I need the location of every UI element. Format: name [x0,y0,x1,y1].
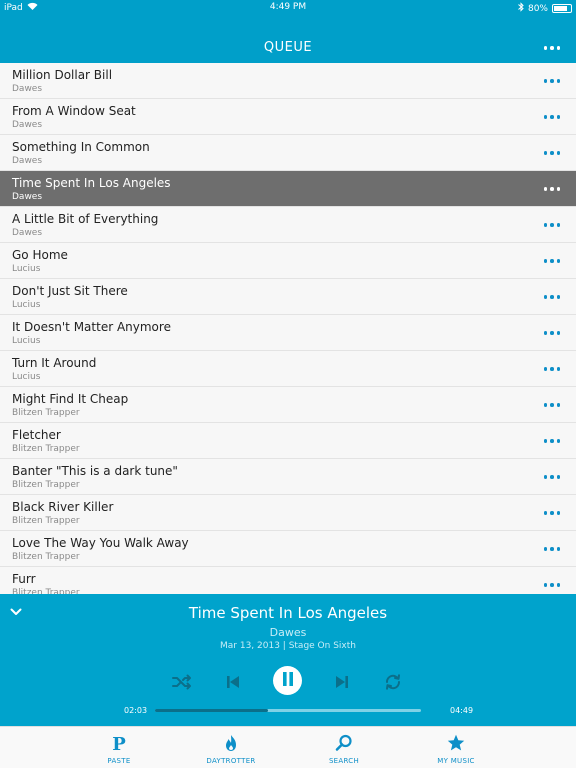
now-playing-artist: Dawes [269,626,307,639]
song-title: Million Dollar Bill [12,68,113,82]
duration-time: 04:49 [450,706,474,715]
song-title: Fletcher [12,428,61,442]
now-playing-panel: Time Spent In Los Angeles Dawes Mar 13, … [0,594,576,726]
status-time: 4:49 PM [269,2,307,12]
more-options-icon[interactable] [543,187,560,191]
now-playing-title: Time Spent In Los Angeles [188,604,388,622]
song-artist: Blitzen Trapper [12,408,80,418]
star-icon [446,733,466,753]
song-artist: Blitzen Trapper [12,480,80,490]
queue-row[interactable]: Banter "This is a dark tune" Blitzen Trap… [0,459,576,495]
queue-row[interactable]: Black River Killer Blitzen Trapper [0,495,576,531]
bluetooth-icon [518,2,524,15]
elapsed-time: 02:03 [124,706,148,715]
tab-paste[interactable]: P PASTE [69,727,169,768]
daytrotter-icon [221,733,241,753]
song-artist: Lucius [12,372,41,382]
song-title: Black River Killer [12,500,114,514]
battery-percent: 80% [527,3,548,14]
status-bar: iPad 4:49 PM 80% [0,0,576,16]
paste-icon: P [109,733,129,753]
more-options-icon[interactable] [543,331,560,335]
more-options-icon[interactable] [543,475,560,479]
more-options-icon[interactable] [543,367,560,371]
tab-paste-label: PASTE [107,757,131,765]
queue-row[interactable]: Million Dollar Bill Dawes [0,63,576,99]
song-title: Love The Way You Walk Away [12,536,189,550]
song-title: Don't Just Sit There [12,284,128,298]
more-options-icon[interactable] [543,79,560,83]
song-title: Might Find It Cheap [12,392,129,406]
search-icon [334,733,354,753]
song-artist: Dawes [12,228,43,238]
song-title: It Doesn't Matter Anymore [12,320,171,334]
queue-header: QUEUE [0,16,576,63]
tab-bar: P PASTE DAYTROTTER SEARCH MY MUSIC [0,726,576,768]
tab-daytrotter[interactable]: DAYTROTTER [181,727,281,768]
repeat-icon[interactable] [377,666,409,698]
more-options-icon[interactable] [543,295,560,299]
more-options-icon[interactable] [543,223,560,227]
queue-row[interactable]: Go Home Lucius [0,243,576,279]
pause-button[interactable] [273,666,302,695]
queue-row[interactable]: It Doesn't Matter Anymore Lucius [0,315,576,351]
song-title: Something In Common [12,140,150,154]
queue-row[interactable]: Turn It Around Lucius [0,351,576,387]
more-options-icon[interactable] [543,547,560,551]
more-options-icon[interactable] [543,439,560,443]
song-artist: Dawes [12,120,43,130]
more-options-icon[interactable] [543,115,560,119]
shuffle-icon[interactable] [166,666,198,698]
header-more-icon[interactable] [543,46,560,50]
pause-icon [282,671,294,690]
song-title: Banter "This is a dark tune" [12,464,178,478]
progress-fill [155,709,269,712]
tab-my-music-label: MY MUSIC [437,757,475,765]
queue-row[interactable]: Might Find It Cheap Blitzen Trapper [0,387,576,423]
song-title: A Little Bit of Everything [12,212,159,226]
song-artist: Dawes [12,192,43,202]
more-options-icon[interactable] [543,511,560,515]
queue-row[interactable]: Something In Common Dawes [0,135,576,171]
song-artist: Blitzen Trapper [12,552,80,562]
tab-search-label: SEARCH [328,757,360,765]
song-artist: Lucius [12,264,41,274]
progress-slider[interactable] [155,709,421,712]
song-title: From A Window Seat [12,104,136,118]
queue-row[interactable]: From A Window Seat Dawes [0,99,576,135]
song-artist: Dawes [12,156,43,166]
more-options-icon[interactable] [543,583,560,587]
song-title: Go Home [12,248,68,262]
previous-icon[interactable] [217,666,249,698]
song-title: Turn It Around [12,356,97,370]
queue-row[interactable]: Time Spent In Los Angeles Dawes [0,171,576,207]
queue-row[interactable]: Furr Blitzen Trapper [0,567,576,594]
page-title: QUEUE [263,40,313,55]
battery-icon [552,4,572,13]
tab-daytrotter-label: DAYTROTTER [206,757,256,765]
more-options-icon[interactable] [543,151,560,155]
next-icon[interactable] [326,666,358,698]
queue-list[interactable]: Million Dollar Bill Dawes From A Window Se… [0,63,576,594]
queue-row[interactable]: A Little Bit of Everything Dawes [0,207,576,243]
tab-my-music[interactable]: MY MUSIC [406,727,506,768]
queue-row[interactable]: Don't Just Sit There Lucius [0,279,576,315]
song-artist: Blitzen Trapper [12,516,80,526]
tab-search[interactable]: SEARCH [294,727,394,768]
more-options-icon[interactable] [543,259,560,263]
song-artist: Blitzen Trapper [12,444,80,454]
now-playing-meta: Mar 13, 2013 | Stage On Sixth [220,641,356,651]
more-options-icon[interactable] [543,403,560,407]
song-artist: Lucius [12,300,41,310]
song-title: Time Spent In Los Angeles [12,176,171,190]
svg-text:P: P [112,734,126,752]
queue-row[interactable]: Love The Way You Walk Away Blitzen Trappe… [0,531,576,567]
song-artist: Lucius [12,336,41,346]
queue-row[interactable]: Fletcher Blitzen Trapper [0,423,576,459]
song-title: Furr [12,572,36,586]
song-artist: Dawes [12,84,43,94]
